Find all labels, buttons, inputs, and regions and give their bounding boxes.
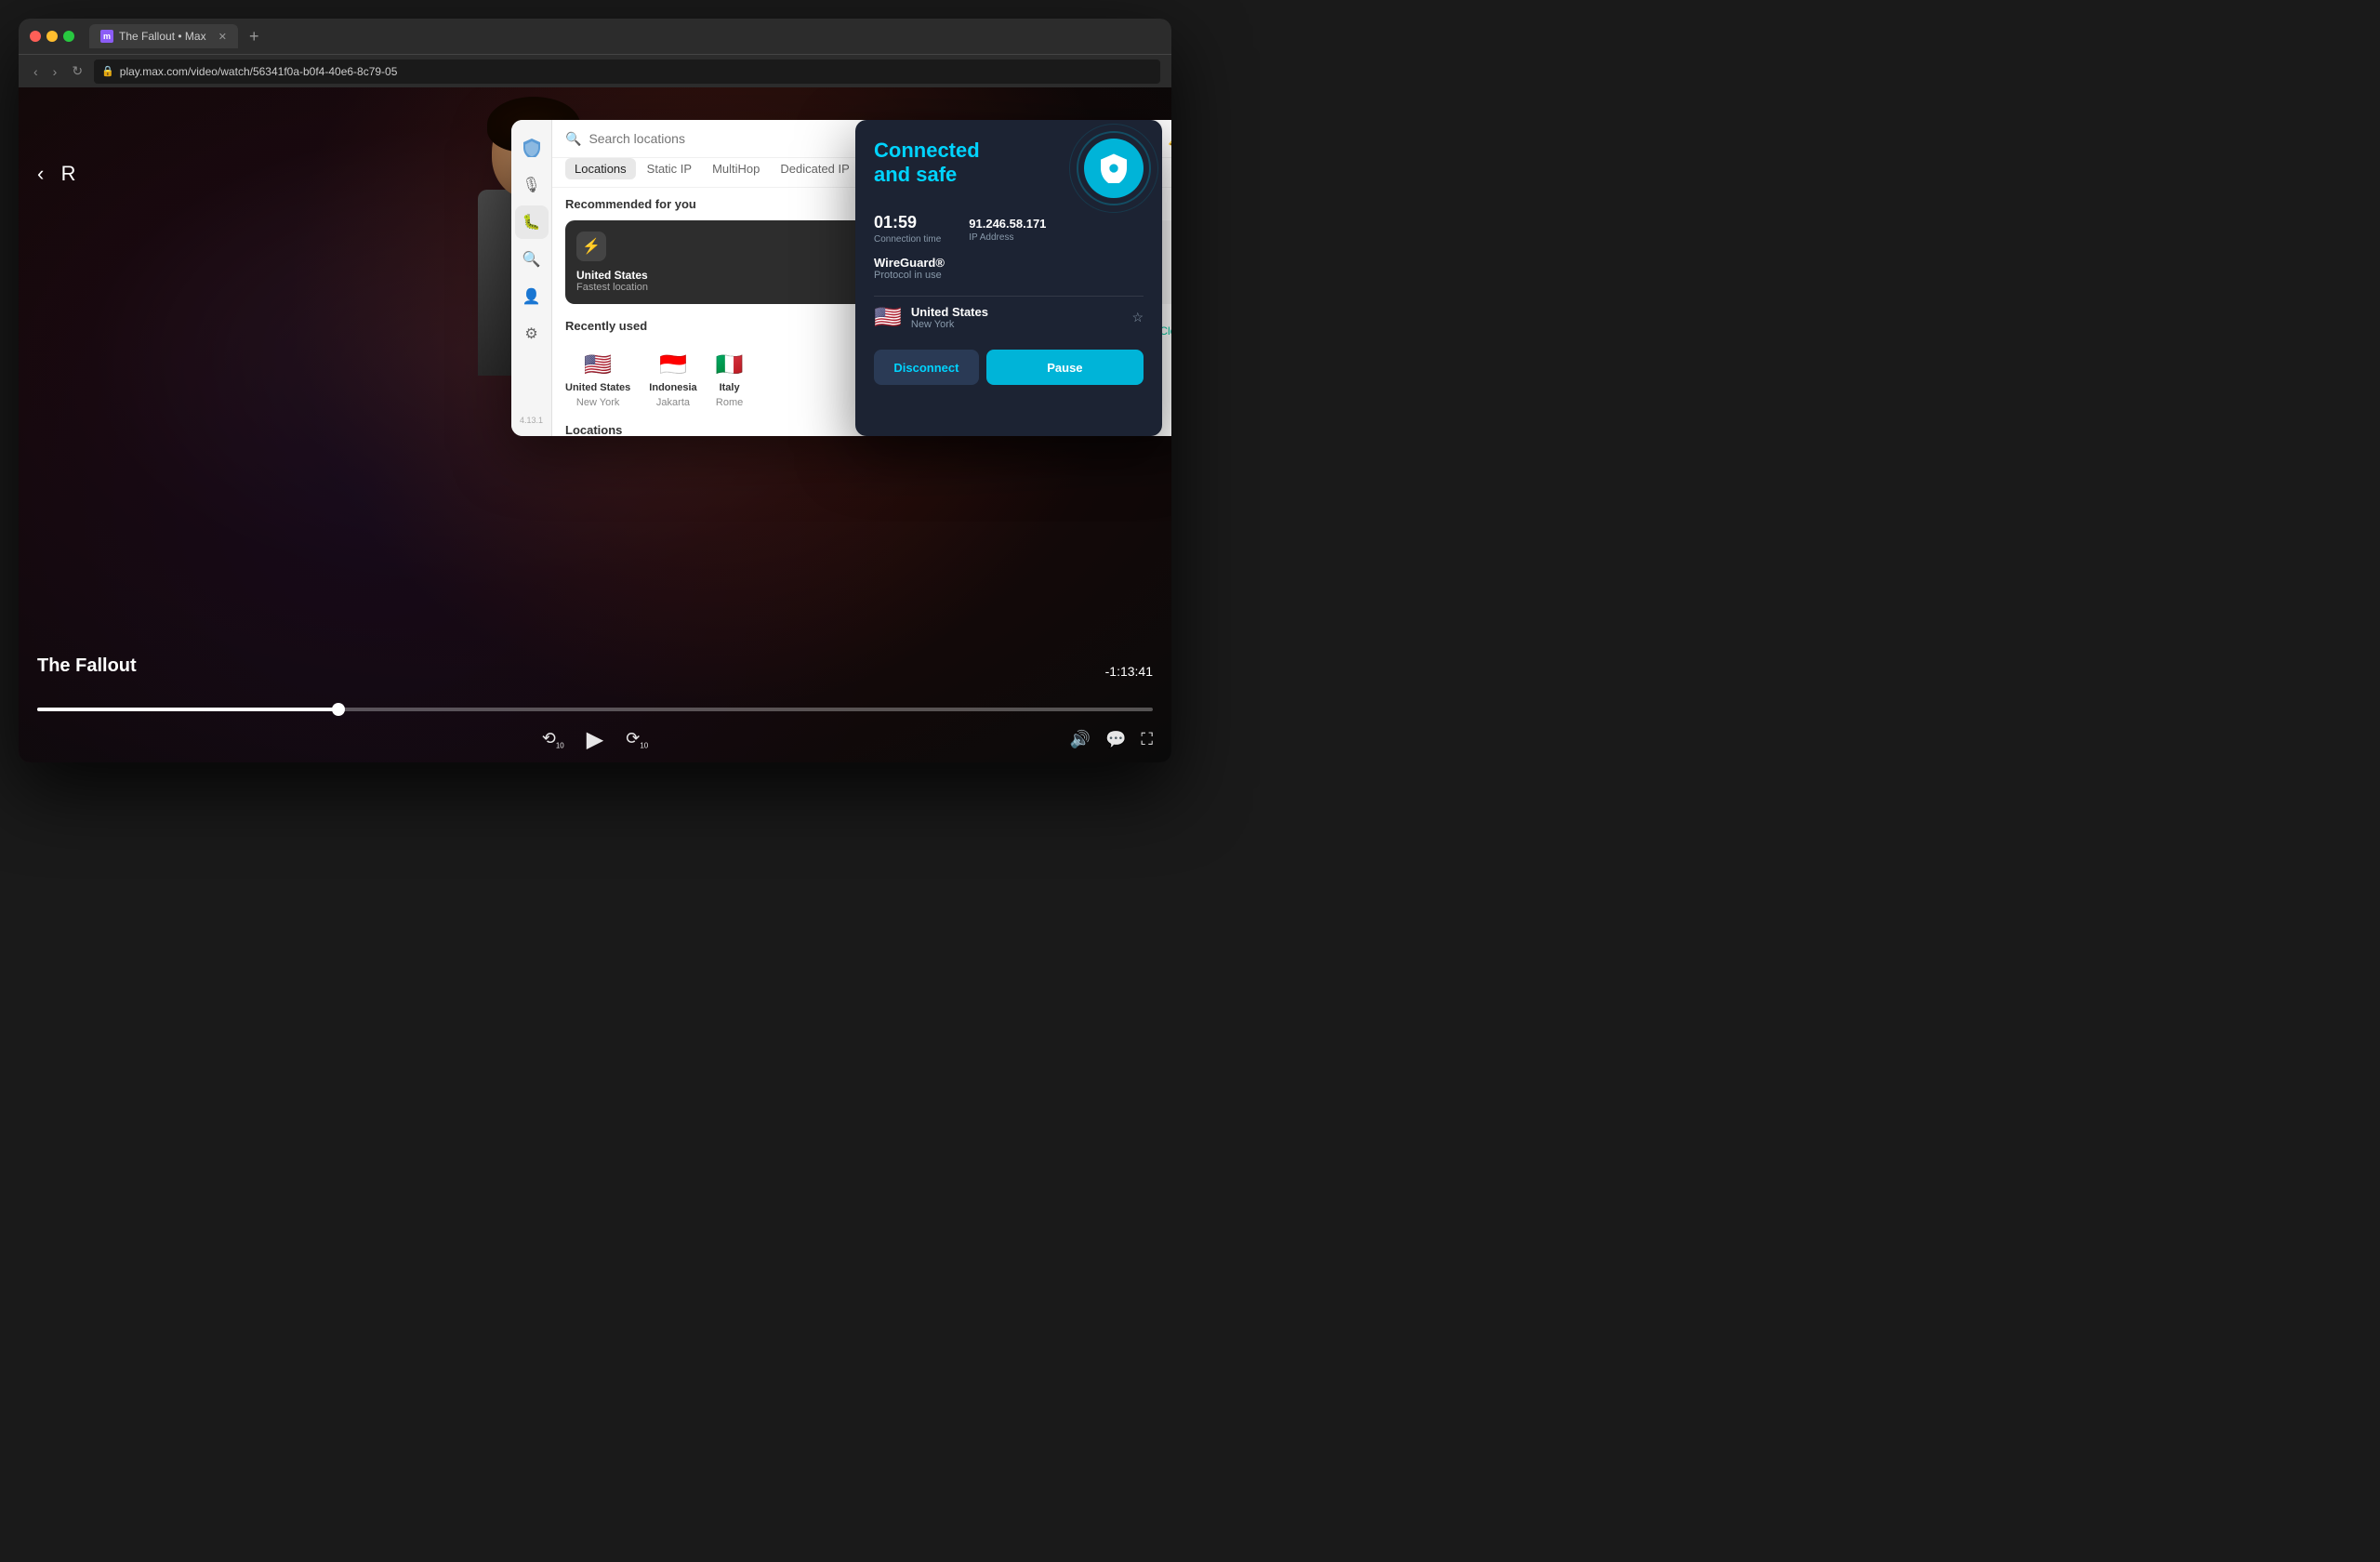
browser-tab[interactable]: m The Fallout • Max ✕ — [89, 24, 238, 48]
tab-multihop[interactable]: MultiHop — [703, 158, 769, 179]
play-pause-button[interactable]: ▶ — [587, 726, 603, 753]
vpn-account-icon[interactable]: 👤 — [515, 280, 549, 313]
new-tab-button[interactable]: + — [249, 27, 259, 46]
recent-flag-id: 🇮🇩 — [659, 351, 687, 378]
protocol-info: WireGuard® Protocol in use — [874, 256, 1144, 281]
fast-forward-button[interactable]: ⟳10 — [626, 729, 648, 750]
vpn-search-icon[interactable]: 🔍 — [515, 243, 549, 276]
recent-country-us: United States — [565, 382, 630, 393]
recommended-card-us[interactable]: ⚡ United States Fastest location — [565, 220, 872, 304]
vpn-mic-icon[interactable]: 🎙 — [515, 168, 549, 202]
vpn-shield-logo — [1101, 153, 1127, 183]
search-icon: 🔍 — [565, 131, 581, 147]
vpn-bug-icon[interactable]: 🐛 — [515, 205, 549, 239]
progress-handle[interactable] — [332, 703, 345, 716]
tab-favicon: m — [100, 30, 113, 43]
url-text: play.max.com/video/watch/56341f0a-b0f4-4… — [120, 65, 398, 78]
notification-bell-icon[interactable]: 🔔 — [1168, 129, 1171, 148]
mac-window: m The Fallout • Max ✕ + ‹ › ↻ 🔒 play.max… — [19, 19, 1171, 762]
tab-dedicated-ip[interactable]: Dedicated IP — [771, 158, 858, 179]
recommended-card-us-icon: ⚡ — [576, 232, 606, 261]
tab-close-button[interactable]: ✕ — [218, 31, 227, 43]
pause-button[interactable]: Pause — [986, 350, 1144, 385]
recent-loc-us[interactable]: 🇺🇸 United States New York — [565, 351, 630, 408]
video-back-button[interactable]: ‹ R — [37, 162, 76, 186]
video-title-area: The Fallout — [37, 655, 1153, 688]
fullscreen-button[interactable]: ⛶ — [1141, 730, 1153, 749]
vpn-settings-icon[interactable]: ⚙ — [515, 317, 549, 351]
refresh-button[interactable]: ↻ — [68, 61, 86, 81]
browser-toolbar: ‹ › ↻ 🔒 play.max.com/video/watch/56341f0… — [19, 54, 1171, 87]
vpn-brand-icon[interactable] — [515, 131, 549, 165]
protocol-name: WireGuard® — [874, 256, 1144, 270]
connected-header: Connected and safe — [874, 139, 1144, 198]
progress-bar-track[interactable] — [37, 708, 1153, 711]
action-buttons: Disconnect Pause — [874, 350, 1144, 385]
close-window-button[interactable] — [30, 31, 41, 42]
rewind-button[interactable]: ⟲10 — [542, 729, 564, 750]
connected-status-text: Connected and safe — [874, 139, 980, 188]
connected-stats: 01:59 Connection time 91.246.58.171 IP A… — [874, 213, 1144, 245]
forward-button[interactable]: › — [49, 62, 61, 81]
connected-title-line2: and safe — [874, 163, 980, 187]
recent-flag-us: 🇺🇸 — [584, 351, 612, 378]
progress-bar-container[interactable] — [19, 708, 1171, 711]
recent-city-it: Rome — [716, 397, 743, 408]
back-button[interactable]: ‹ — [30, 62, 42, 81]
tab-title: The Fallout • Max — [119, 30, 206, 43]
recent-country-it: Italy — [720, 382, 740, 393]
connected-country-name: United States — [911, 305, 1123, 319]
disconnect-button[interactable]: Disconnect — [874, 350, 979, 385]
connection-time-label: Connection time — [874, 234, 941, 245]
video-content: ‹ R -1:13:41 The Fallout ⟲10 ▶ ⟳10 — [19, 87, 1171, 762]
address-bar[interactable]: 🔒 play.max.com/video/watch/56341f0a-b0f4… — [94, 60, 1160, 84]
ip-address-value: 91.246.58.171 — [969, 213, 1046, 231]
browser-window: m The Fallout • Max ✕ + ‹ › ↻ 🔒 play.max… — [19, 19, 1171, 762]
video-controls: ⟲10 ▶ ⟳10 🔊 💬 ⛶ — [19, 726, 1171, 753]
connected-title-line1: Connected — [874, 139, 980, 163]
subtitles-button[interactable]: 💬 — [1105, 730, 1126, 749]
recent-loc-it[interactable]: 🇮🇹 Italy Rome — [716, 351, 744, 408]
ip-address-stat: 91.246.58.171 IP Address — [969, 213, 1046, 245]
tab-locations[interactable]: Locations — [565, 158, 636, 179]
vpn-connected-panel: Connected and safe 01:59 — [855, 120, 1162, 436]
recent-city-id: Jakarta — [656, 397, 690, 408]
fullscreen-window-button[interactable] — [63, 31, 74, 42]
connection-time-stat: 01:59 Connection time — [874, 213, 941, 245]
protocol-label: Protocol in use — [874, 270, 1144, 281]
recommended-card-us-subtitle: Fastest location — [576, 282, 861, 293]
connected-country-flag: 🇺🇸 — [874, 304, 902, 331]
connected-city-name: New York — [911, 319, 1123, 330]
browser-titlebar: m The Fallout • Max ✕ + — [19, 19, 1171, 54]
right-controls-group: 🔊 💬 ⛶ — [1070, 730, 1153, 749]
vpn-sidebar: 🎙 🐛 🔍 👤 ⚙ 4.13.1 — [511, 120, 552, 436]
connected-location: 🇺🇸 United States New York ☆ — [874, 296, 1144, 338]
video-title: The Fallout — [37, 655, 1153, 677]
ip-address-label: IP Address — [969, 232, 1046, 243]
recent-loc-id[interactable]: 🇮🇩 Indonesia Jakarta — [649, 351, 696, 408]
connected-location-star[interactable]: ☆ — [1131, 310, 1144, 325]
connection-time-value: 01:59 — [874, 213, 941, 232]
minimize-window-button[interactable] — [46, 31, 58, 42]
tab-static-ip[interactable]: Static IP — [638, 158, 701, 179]
connected-loc-info: United States New York — [911, 305, 1123, 330]
recently-used-title: Recently used — [565, 319, 647, 333]
recommended-card-us-country: United States — [576, 269, 861, 282]
vpn-version: 4.13.1 — [520, 416, 543, 425]
vpn-logo-circle — [1084, 139, 1144, 198]
traffic-lights — [30, 31, 74, 42]
recent-flag-it: 🇮🇹 — [716, 351, 744, 378]
progress-bar-fill — [37, 708, 338, 711]
volume-button[interactable]: 🔊 — [1070, 730, 1091, 749]
recent-city-us: New York — [576, 397, 619, 408]
recent-country-id: Indonesia — [649, 382, 696, 393]
lock-icon: 🔒 — [101, 65, 114, 77]
